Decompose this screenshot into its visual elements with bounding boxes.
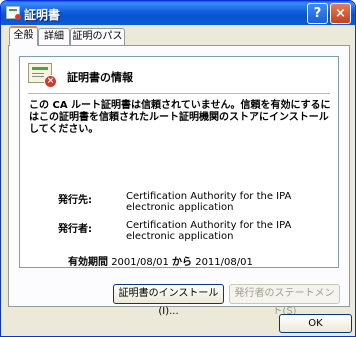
valid-to: 2011/08/01 <box>195 257 253 268</box>
certificate-error-icon: × <box>28 63 57 88</box>
certificate-info-box: × 証明書の情報 この CA ルート証明書は信頼されていません。信頼を有効にする… <box>19 56 339 268</box>
help-button[interactable]: ? <box>307 3 328 24</box>
trust-warning-text: この CA ルート証明書は信頼されていません。信頼を有効にするにはこの証明書を信… <box>29 100 331 135</box>
divider <box>28 93 330 94</box>
issuer-statement-button[interactable]: 発行者のステートメント(S) <box>229 284 340 317</box>
issued-to-label: 発行先: <box>58 195 92 206</box>
issued-by-value: Certification Authority for the IPA elec… <box>126 220 292 242</box>
info-title: 証明書の情報 <box>67 71 133 84</box>
tab-general[interactable]: 全般 <box>9 26 38 46</box>
issued-to-value: Certification Authority for the IPA elec… <box>126 191 292 213</box>
certificate-dialog: 証明書 ? × 全般 詳細 証明のパス × 証明書の情報 この CA ルート証明… <box>0 0 356 337</box>
window-title: 証明書 <box>24 8 61 22</box>
tab-details[interactable]: 詳細 <box>38 28 70 45</box>
issued-by-label: 発行者: <box>58 224 92 235</box>
tab-certification-path[interactable]: 証明のパス <box>70 28 125 45</box>
title-bar[interactable]: 証明書 ? × <box>1 1 355 25</box>
general-tab-panel: × 証明書の情報 この CA ルート証明書は信頼されていません。信頼を有効にする… <box>8 45 350 317</box>
install-certificate-button[interactable]: 証明書のインストール(I)... <box>113 284 224 317</box>
close-button[interactable]: × <box>330 3 351 24</box>
validity-period: 有効期間 2001/08/01 から 2011/08/01 <box>68 253 253 268</box>
certificate-icon <box>6 6 21 20</box>
validity-label: 有効期間 <box>68 257 108 268</box>
validity-to-word: から <box>172 257 193 268</box>
valid-from: 2001/08/01 <box>111 257 169 268</box>
ok-button[interactable]: OK <box>279 314 352 333</box>
